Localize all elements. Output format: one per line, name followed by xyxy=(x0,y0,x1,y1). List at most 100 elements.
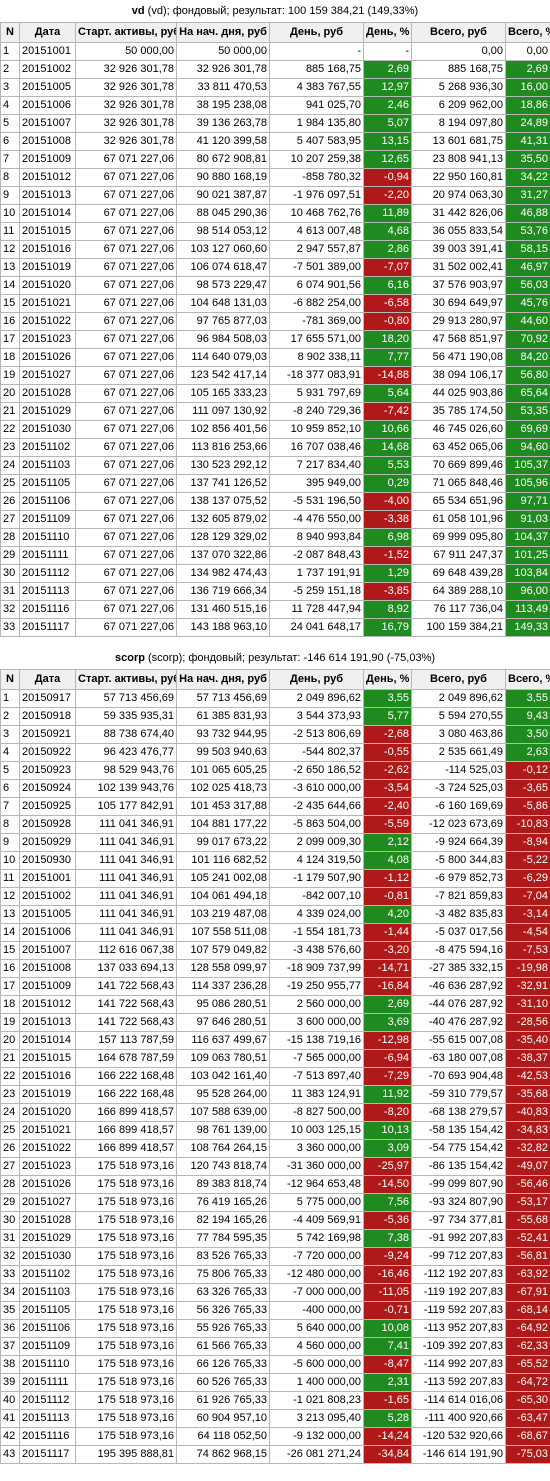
date-cell: 20150924 xyxy=(19,779,76,798)
date-cell: 20151117 xyxy=(19,618,76,637)
results-table: N Дата Старт. активы, руб На нач. дня, руб Д… xyxy=(0,22,550,637)
total-pct-cell: -63,47 xyxy=(505,1409,550,1428)
total-pct-cell: -35,40 xyxy=(505,1031,550,1050)
column-header: День, руб xyxy=(269,669,364,690)
day-start-cell: 104 061 494,18 xyxy=(176,887,270,906)
day-pct-cell: -14,71 xyxy=(363,959,412,978)
day-rub-cell: -5 600 000,00 xyxy=(269,1355,364,1374)
start-assets-cell: 32 926 301,78 xyxy=(75,96,177,115)
day-pct-cell: 2,46 xyxy=(363,96,412,115)
total-rub-cell: -146 614 191,90 xyxy=(411,1445,506,1464)
total-rub-cell: -114 992 207,83 xyxy=(411,1355,506,1374)
start-assets-cell: 67 071 227,06 xyxy=(75,474,177,493)
total-rub-cell: 69 999 095,80 xyxy=(411,528,506,547)
day-start-cell: 82 194 165,26 xyxy=(176,1211,270,1230)
total-pct-cell: -64,92 xyxy=(505,1319,550,1338)
day-pct-cell: -7,07 xyxy=(363,258,412,277)
row-number: 20 xyxy=(0,384,20,403)
total-pct-cell: 113,49 xyxy=(505,600,550,619)
total-pct-cell: -34,83 xyxy=(505,1121,550,1140)
day-pct-cell: -0,80 xyxy=(363,312,412,331)
start-assets-cell: 32 926 301,78 xyxy=(75,60,177,79)
date-cell: 20151102 xyxy=(19,1265,76,1284)
total-rub-cell: -46 636 287,92 xyxy=(411,977,506,996)
header-row: N Дата Старт. активы, руб На нач. дня, руб Д… xyxy=(0,669,550,690)
table-row: 12 20151016 67 071 227,06 103 127 060,60 2 9… xyxy=(0,240,550,259)
day-rub-cell: -2 087 848,43 xyxy=(269,546,364,565)
day-start-cell: 56 326 765,33 xyxy=(176,1301,270,1320)
day-start-cell: 99 017 673,22 xyxy=(176,833,270,852)
table-row: 14 20151020 67 071 227,06 98 573 229,47 6 07… xyxy=(0,276,550,295)
total-pct-cell: 3,50 xyxy=(505,725,550,744)
total-pct-cell: 31,27 xyxy=(505,186,550,205)
date-cell: 20150929 xyxy=(19,833,76,852)
total-pct-cell: 9,43 xyxy=(505,707,550,726)
start-assets-cell: 67 071 227,06 xyxy=(75,294,177,313)
total-pct-cell: 56,80 xyxy=(505,366,550,385)
table-row: 38 20151110 175 518 973,16 66 126 765,33 -5 … xyxy=(0,1355,550,1374)
total-rub-cell: 3 080 463,86 xyxy=(411,725,506,744)
row-number: 25 xyxy=(0,474,20,493)
row-number: 21 xyxy=(0,402,20,421)
table-row: 19 20151013 141 722 568,43 97 646 280,51 3 6… xyxy=(0,1013,550,1032)
table-row: 7 20151009 67 071 227,06 80 672 908,81 10 20… xyxy=(0,150,550,169)
day-pct-cell: -25,97 xyxy=(363,1157,412,1176)
date-cell: 20151002 xyxy=(19,887,76,906)
table-row: 20 20151028 67 071 227,06 105 165 333,23 5 9… xyxy=(0,384,550,403)
table-row: 32 20151030 175 518 973,16 83 526 765,33 -7 … xyxy=(0,1247,550,1266)
table-row: 24 20151103 67 071 227,06 130 523 292,12 7 2… xyxy=(0,456,550,475)
start-assets-cell: 175 518 973,16 xyxy=(75,1319,177,1338)
table-row: 41 20151113 175 518 973,16 60 904 957,10 3 2… xyxy=(0,1409,550,1428)
start-assets-cell: 175 518 973,16 xyxy=(75,1355,177,1374)
day-start-cell: 60 526 765,33 xyxy=(176,1373,270,1392)
total-rub-cell: 39 003 391,41 xyxy=(411,240,506,259)
day-start-cell: 80 672 908,81 xyxy=(176,150,270,169)
table-row: 31 20151113 67 071 227,06 136 719 666,34 -5 … xyxy=(0,582,550,601)
total-rub-cell: 13 601 681,75 xyxy=(411,132,506,151)
start-assets-cell: 67 071 227,06 xyxy=(75,312,177,331)
table-row: 33 20151117 67 071 227,06 143 188 963,10 24 … xyxy=(0,618,550,637)
day-start-cell: 137 741 126,52 xyxy=(176,474,270,493)
row-number: 18 xyxy=(0,348,20,367)
total-pct-cell: -64,72 xyxy=(505,1373,550,1392)
row-number: 33 xyxy=(0,1265,20,1284)
start-assets-cell: 111 041 346,91 xyxy=(75,815,177,834)
date-cell: 20151027 xyxy=(19,1193,76,1212)
day-start-cell: 103 042 161,40 xyxy=(176,1067,270,1086)
row-number: 6 xyxy=(0,132,20,151)
row-number: 12 xyxy=(0,240,20,259)
day-pct-cell: -1,44 xyxy=(363,923,412,942)
date-cell: 20150930 xyxy=(19,851,76,870)
day-rub-cell: 8 940 993,84 xyxy=(269,528,364,547)
start-assets-cell: 67 071 227,06 xyxy=(75,384,177,403)
day-pct-cell: - xyxy=(363,42,412,61)
row-number: 23 xyxy=(0,1085,20,1104)
date-cell: 20151002 xyxy=(19,60,76,79)
table-row: 30 20151028 175 518 973,16 82 194 165,26 -4 … xyxy=(0,1211,550,1230)
table-row: 6 20150924 102 139 943,76 102 025 418,73 -3 … xyxy=(0,779,550,798)
day-start-cell: 101 116 682,52 xyxy=(176,851,270,870)
start-assets-cell: 67 071 227,06 xyxy=(75,240,177,259)
table-row: 23 20151102 67 071 227,06 113 816 253,66 16 … xyxy=(0,438,550,457)
date-cell: 20151014 xyxy=(19,1031,76,1050)
total-rub-cell: 885 168,75 xyxy=(411,60,506,79)
day-pct-cell: 5,28 xyxy=(363,1409,412,1428)
row-number: 35 xyxy=(0,1301,20,1320)
column-header: День, % xyxy=(363,22,412,43)
start-assets-cell: 175 518 973,16 xyxy=(75,1301,177,1320)
table-row: 21 20151029 67 071 227,06 111 097 130,92 -8 … xyxy=(0,402,550,421)
total-pct-cell: 24,89 xyxy=(505,114,550,133)
total-rub-cell: 22 950 160,81 xyxy=(411,168,506,187)
day-pct-cell: -16,84 xyxy=(363,977,412,996)
day-start-cell: 137 070 322,86 xyxy=(176,546,270,565)
start-assets-cell: 67 071 227,06 xyxy=(75,150,177,169)
day-pct-cell: 2,69 xyxy=(363,995,412,1014)
day-pct-cell: -9,24 xyxy=(363,1247,412,1266)
start-assets-cell: 50 000,00 xyxy=(75,42,177,61)
day-pct-cell: -0,71 xyxy=(363,1301,412,1320)
day-pct-cell: 7,77 xyxy=(363,348,412,367)
date-cell: 20151026 xyxy=(19,348,76,367)
start-assets-cell: 175 518 973,16 xyxy=(75,1391,177,1410)
row-number: 14 xyxy=(0,923,20,942)
start-assets-cell: 166 222 168,48 xyxy=(75,1067,177,1086)
